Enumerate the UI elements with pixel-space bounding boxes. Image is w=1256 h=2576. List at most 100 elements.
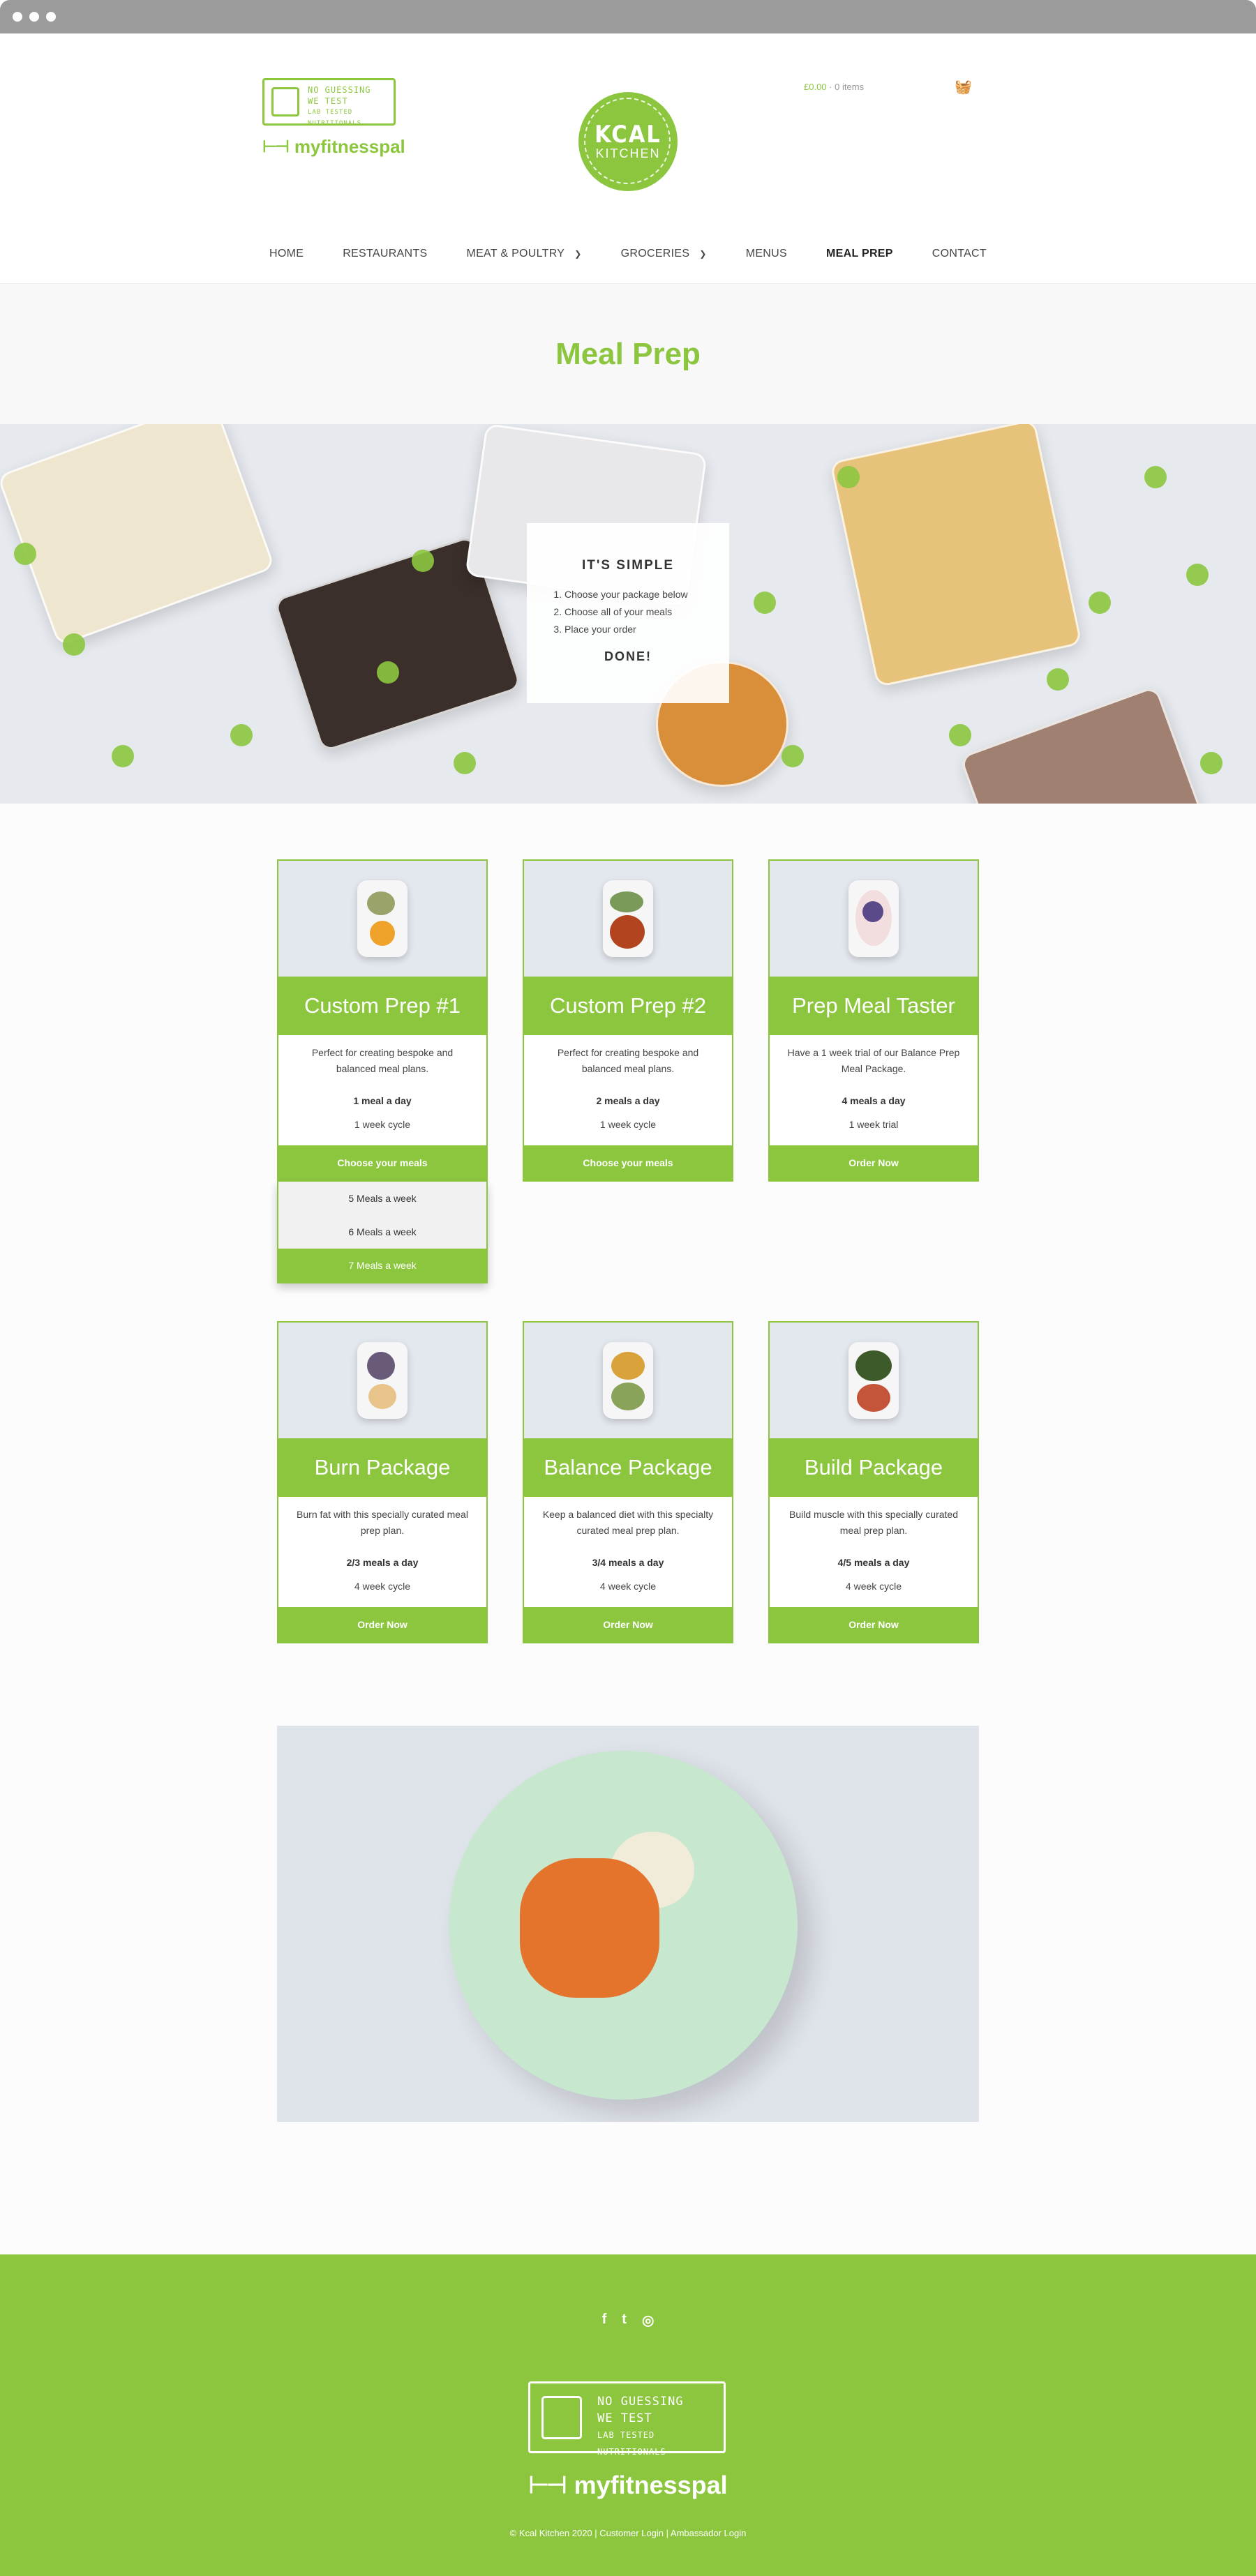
dropdown-option-selected[interactable]: 7 Meals a week	[278, 1249, 486, 1282]
package-meals: 2 meals a day	[596, 1095, 660, 1106]
window-close-dot[interactable]	[13, 12, 22, 22]
meal-tray-image	[0, 424, 276, 647]
myfitnesspal-logo[interactable]: ⊢⊣ myfitnesspal	[0, 2471, 1256, 2500]
order-now-button[interactable]: Order Now	[770, 1607, 978, 1642]
package-cycle: 4 week cycle	[354, 1581, 411, 1592]
package-image	[524, 861, 732, 977]
chevron-down-icon: ❯	[699, 249, 707, 259]
lab-flask-icon	[541, 2396, 582, 2439]
step-item: Choose all of your meals	[565, 603, 710, 621]
package-card: Balance Package Keep a balanced diet wit…	[523, 1321, 733, 1643]
main-nav: HOME RESTAURANTS MEAT & POULTRY ❯ GROCERI…	[0, 248, 1256, 260]
how-it-works-heading: IT'S SIMPLE	[581, 558, 675, 573]
badge-line: WE TEST	[308, 96, 348, 106]
dropdown-option[interactable]: 6 Meals a week	[278, 1215, 486, 1249]
partner-name: myfitnesspal	[574, 2471, 728, 2499]
order-now-button[interactable]: Order Now	[524, 1607, 732, 1642]
package-image	[278, 1323, 486, 1438]
window-minimize-dot[interactable]	[29, 12, 39, 22]
package-meals: 2/3 meals a day	[346, 1557, 419, 1568]
page-title: Meal Prep	[555, 336, 701, 371]
copyright-text: © Kcal Kitchen 2020 | Customer Login | A…	[509, 2528, 747, 2538]
badge-line: LAB TESTED NUTRITIONALS	[597, 2430, 666, 2457]
package-meals: 4 meals a day	[842, 1095, 906, 1106]
package-image	[770, 1323, 978, 1438]
package-card: Burn Package Burn fat with this speciall…	[277, 1321, 488, 1643]
package-meals: 1 meal a day	[353, 1095, 412, 1106]
nav-groceries[interactable]: GROCERIES ❯	[601, 248, 726, 260]
package-card: Custom Prep #2 Perfect for creating besp…	[523, 859, 733, 1182]
package-description: Build muscle with this specially curated…	[789, 1509, 958, 1536]
package-title: Build Package	[770, 1438, 978, 1497]
package-image	[770, 861, 978, 977]
myfitnesspal-logo[interactable]: ⊢⊣ myfitnesspal	[262, 135, 405, 157]
package-image	[278, 861, 486, 977]
nav-menus[interactable]: MENUS	[726, 248, 807, 260]
lab-tested-badge: NO GUESSING WE TEST LAB TESTED NUTRITION…	[262, 78, 396, 127]
meals-per-week-dropdown: 5 Meals a week 6 Meals a week 7 Meals a …	[277, 1182, 488, 1283]
kcal-kitchen-logo[interactable]: KCAL KITCHEN	[578, 92, 678, 191]
package-description: Keep a balanced diet with this specialty…	[542, 1509, 714, 1536]
order-now-button[interactable]: Order Now	[770, 1145, 978, 1180]
under-armour-icon: ⊢⊣	[528, 2472, 567, 2499]
plated-meal-image	[277, 1726, 979, 2122]
browser-chrome	[0, 0, 1256, 33]
badge-line: WE TEST	[597, 2411, 652, 2425]
chevron-down-icon: ❯	[574, 249, 582, 259]
facebook-icon[interactable]: f	[602, 2312, 607, 2329]
meal-tray-image	[959, 685, 1204, 804]
package-description: Perfect for creating bespoke and balance…	[557, 1047, 699, 1074]
window-zoom-dot[interactable]	[46, 12, 56, 22]
choose-meals-button[interactable]: Choose your meals	[524, 1145, 732, 1180]
step-item: Place your order	[565, 621, 710, 638]
lab-flask-icon	[271, 87, 299, 116]
package-description: Burn fat with this specially curated mea…	[297, 1509, 468, 1536]
package-meals: 4/5 meals a day	[837, 1557, 910, 1568]
package-description: Perfect for creating bespoke and balance…	[311, 1047, 454, 1074]
nav-meat-poultry[interactable]: MEAT & POULTRY ❯	[447, 248, 601, 260]
done-label: DONE!	[604, 649, 652, 663]
meal-tray-image	[829, 424, 1083, 688]
package-cycle: 4 week cycle	[599, 1581, 657, 1592]
how-it-works-panel: IT'S SIMPLE Choose your package below Ch…	[527, 523, 729, 703]
basket-icon[interactable]: 🧺	[955, 78, 972, 96]
package-title: Custom Prep #2	[524, 977, 732, 1035]
site-footer: f t ◎ NO GUESSING WE TEST LAB TESTED NUT…	[0, 2254, 1256, 2576]
package-cycle: 4 week cycle	[845, 1581, 902, 1592]
page-title-band: Meal Prep	[0, 283, 1256, 424]
order-now-button[interactable]: Order Now	[278, 1607, 486, 1642]
package-card: Build Package Build muscle with this spe…	[768, 1321, 979, 1643]
lab-tested-badge: NO GUESSING WE TEST LAB TESTED NUTRITION…	[528, 2381, 726, 2457]
cart-amount: £0.00	[804, 82, 827, 92]
cart-summary[interactable]: £0.00 · 0 items	[804, 82, 864, 92]
badge-line: NO GUESSING	[308, 85, 371, 95]
partner-name: myfitnesspal	[294, 135, 405, 157]
package-title: Burn Package	[278, 1438, 486, 1497]
dropdown-option[interactable]: 5 Meals a week	[278, 1182, 486, 1215]
logo-top-text: KCAL	[595, 121, 661, 149]
logo-bottom-text: KITCHEN	[595, 146, 661, 160]
nav-contact[interactable]: CONTACT	[913, 248, 1006, 260]
twitter-icon[interactable]: t	[622, 2312, 627, 2329]
package-cycle: 1 week trial	[848, 1119, 899, 1130]
under-armour-icon: ⊢⊣	[262, 137, 290, 156]
package-image	[524, 1323, 732, 1438]
package-meals: 3/4 meals a day	[592, 1557, 664, 1568]
choose-meals-button[interactable]: Choose your meals	[278, 1145, 486, 1180]
instagram-icon[interactable]: ◎	[642, 2312, 654, 2329]
package-title: Prep Meal Taster	[770, 977, 978, 1035]
package-title: Custom Prep #1	[278, 977, 486, 1035]
nav-home[interactable]: HOME	[250, 248, 323, 260]
badge-line: LAB TESTED NUTRITIONALS	[308, 109, 362, 127]
nav-restaurants[interactable]: RESTAURANTS	[323, 248, 447, 260]
step-item: Choose your package below	[565, 586, 710, 603]
package-cycle: 1 week cycle	[354, 1119, 411, 1130]
package-card: Prep Meal Taster Have a 1 week trial of …	[768, 859, 979, 1182]
package-description: Have a 1 week trial of our Balance Prep …	[787, 1047, 960, 1074]
package-title: Balance Package	[524, 1438, 732, 1497]
badge-line: NO GUESSING	[597, 2395, 684, 2409]
social-links: f t ◎	[0, 2312, 1256, 2329]
package-cycle: 1 week cycle	[599, 1119, 657, 1130]
package-card: Custom Prep #1 Perfect for creating besp…	[277, 859, 488, 1182]
nav-meal-prep[interactable]: MEAL PREP	[807, 248, 913, 260]
